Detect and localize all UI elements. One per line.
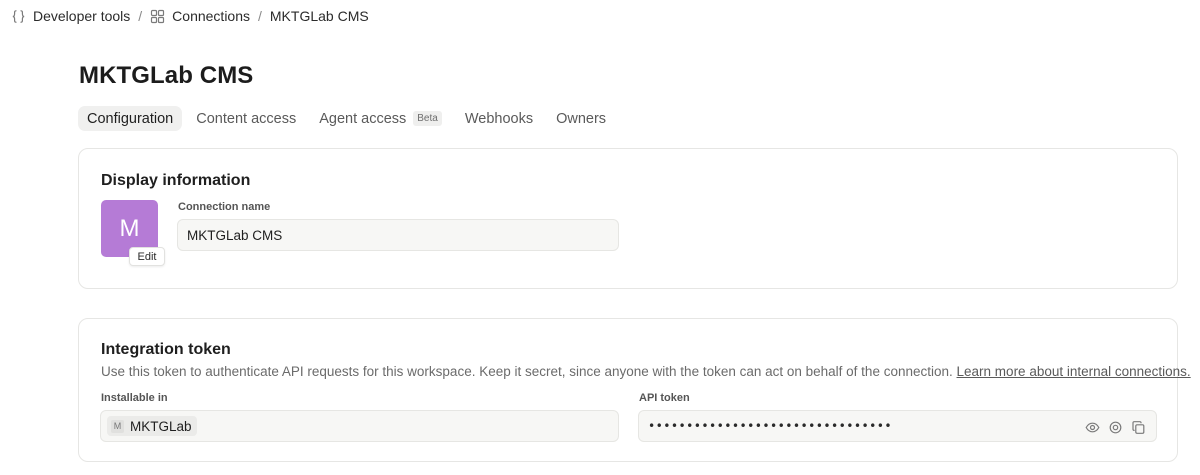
token-actions [1079,418,1148,436]
breadcrumb: Developer tools / Connections / MKTGLab … [11,7,369,25]
breadcrumb-label: Connections [172,8,250,24]
installable-in-field[interactable]: M MKTGLab [100,410,619,442]
integration-token-card: Integration token Use this token to auth… [78,318,1191,462]
section-title: Display information [101,172,251,189]
eye-icon[interactable] [1082,418,1102,436]
tab-content-access[interactable]: Content access [187,106,305,131]
breadcrumb-developer-tools[interactable]: Developer tools [11,8,130,24]
tab-label: Content access [196,110,297,127]
edit-avatar-button[interactable]: Edit [129,247,165,266]
tab-label: Webhooks [464,110,534,127]
tab-label: Owners [556,110,607,127]
api-token-field[interactable]: •••••••••••••••••••••••••••••••• [638,410,1157,442]
section-description: Use this token to authenticate API reque… [101,364,1191,379]
breadcrumb-separator: / [258,8,262,24]
page-title: MKTGLab CMS [79,62,254,89]
tab-label: Configuration [87,110,174,127]
section-title: Integration token [101,341,231,358]
avatar-letter: M [119,214,140,242]
regenerate-icon[interactable] [1105,418,1125,436]
breadcrumb-connections[interactable]: Connections [150,8,250,24]
connection-name-value: MKTGLab CMS [187,227,283,243]
grid-icon [150,9,165,24]
tab-configuration[interactable]: Configuration [78,106,183,131]
workspace-icon: M [111,419,124,433]
beta-badge: Beta [413,111,442,126]
api-token-label: API token [639,392,690,404]
tab-webhooks[interactable]: Webhooks [456,106,542,131]
tab-owners[interactable]: Owners [547,106,615,131]
description-text: Use this token to authenticate API reque… [101,364,953,379]
breadcrumb-label: MKTGLab CMS [269,8,369,24]
breadcrumb-separator: / [138,8,143,24]
braces-icon [11,9,26,24]
workspace-chip[interactable]: M MKTGLab [107,416,197,436]
display-information-card: Display information M Edit Connection na… [78,148,1178,289]
tab-label: Agent access [319,110,407,127]
tab-bar: Configuration Content access Agent acces… [78,106,620,131]
installable-in-label: Installable in [101,392,168,404]
learn-more-link[interactable]: Learn more about internal connections. [957,364,1191,379]
api-token-value: •••••••••••••••••••••••••••••••• [648,419,892,433]
tab-agent-access[interactable]: Agent access Beta [310,106,451,131]
breadcrumb-label: Developer tools [33,8,131,24]
connection-name-label: Connection name [178,201,271,213]
breadcrumb-current[interactable]: MKTGLab CMS [270,8,369,24]
copy-icon[interactable] [1128,418,1148,436]
workspace-name: MKTGLab [130,418,192,434]
connection-name-input[interactable]: MKTGLab CMS [177,219,619,251]
